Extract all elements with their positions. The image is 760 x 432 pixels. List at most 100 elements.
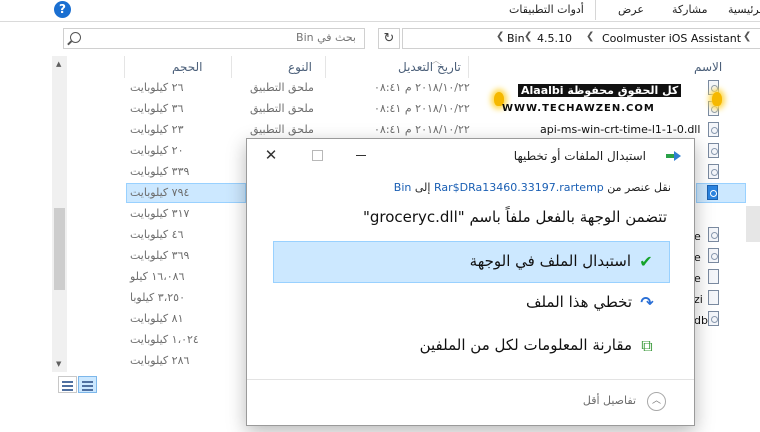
file-type: ملحق التطبيق (250, 123, 314, 136)
scroll-thumb[interactable] (54, 208, 65, 290)
chevron-left-icon: ❮ (496, 31, 505, 42)
fewer-details-button[interactable]: تفاصيل أقل (583, 394, 636, 407)
table-row[interactable]: ٣،٢٥٠ كيلوبا (126, 288, 246, 308)
replace-option-label: استبدال الملف في الوجهة (469, 252, 631, 270)
file-size: ١،٠٢٤ كيلوبايت (130, 333, 199, 346)
file-type: ملحق التطبيق (250, 81, 314, 94)
refresh-icon[interactable]: ↻ (378, 28, 400, 49)
dll-file-icon (708, 164, 719, 179)
column-type[interactable]: النوع (288, 60, 312, 74)
watermark-url: WWW.TECHAWZEN.COM (502, 103, 655, 114)
table-row[interactable]: ٣١٧ كيلوبايت (126, 204, 246, 224)
compare-option[interactable]: ⧉ مقارنة المعلومات لكل من الملفين (273, 326, 670, 368)
breadcrumb-version[interactable]: 4.5.10 (537, 32, 572, 45)
table-row[interactable]: ٢٣ كيلوبايت ملحق التطبيق ٢٠١٨/١٠/٢٢ م ٠٨… (126, 120, 746, 140)
search-input[interactable] (86, 31, 356, 44)
right-scrollbar[interactable] (746, 206, 760, 242)
details-view-button[interactable] (58, 376, 77, 393)
skip-icon: ↷ (640, 293, 654, 312)
file-size: ٢٠ كيلوبايت (130, 144, 184, 157)
dest-link[interactable]: Bin (394, 181, 412, 194)
file-size: ٧٩٤ كيلوبايت (130, 186, 190, 199)
table-row[interactable]: ٣٦٩ كيلوبايت (126, 246, 246, 266)
file-size: ٤٦ كيلوبايت (130, 228, 184, 241)
column-size[interactable]: الحجم (172, 60, 202, 74)
table-row[interactable]: ٢٠ كيلوبايت (126, 141, 246, 161)
watermark: كل الحقوق محفوظة Alaalbi WWW.TECHAWZEN.C… (494, 84, 722, 122)
table-row[interactable]: ٢٨٦ كيلوبايت (126, 351, 246, 371)
tab-app-tools[interactable]: أدوات التطبيقات (509, 3, 584, 16)
breadcrumb-bin[interactable]: Bin (507, 32, 525, 45)
to-word: إلى (414, 181, 431, 194)
dialog-footer: ︿ تفاصيل أقل (247, 379, 694, 425)
breadcrumb[interactable]: ❮ Coolmuster iOS Assistant ❮ 4.5.10 ❮ Bi… (402, 28, 760, 49)
file-size: ١٦،٠٨٦ كيلو (130, 270, 185, 283)
chevron-up-icon[interactable]: ︿ (647, 392, 666, 411)
dll-file-icon (708, 122, 719, 137)
close-icon[interactable]: ✕ (249, 143, 293, 167)
ribbon-tabs: ? أدوات التطبيقات عرض مشاركة الرئيسية (0, 0, 760, 22)
dll-file-icon (708, 227, 719, 242)
tab-home[interactable]: الرئيسية (728, 3, 760, 16)
checkmark-icon: ✔ (639, 252, 653, 271)
ribbon-separator (595, 0, 596, 20)
compare-option-label: مقارنة المعلومات لكل من الملفين (419, 336, 632, 354)
file-name: db (694, 314, 708, 327)
minimize-icon[interactable] (339, 143, 383, 167)
table-row[interactable]: ١٦،٠٨٦ كيلو (126, 267, 246, 287)
source-link[interactable]: Rar$DRa13460.33197.rartemp (434, 181, 604, 194)
dll-file-icon (708, 143, 719, 158)
file-name: zi (694, 293, 703, 306)
maximize-icon[interactable] (295, 143, 339, 167)
file-size: ٣٣٩ كيلوبايت (130, 165, 190, 178)
skip-option-label: تخطي هذا الملف (525, 293, 632, 311)
table-row[interactable]: ٣٣٩ كيلوبايت (126, 162, 246, 182)
move-files-icon (666, 150, 682, 162)
scroll-down-icon[interactable]: ▼ (56, 360, 61, 368)
column-divider (124, 56, 125, 78)
file-type: ملحق التطبيق (250, 102, 314, 115)
conflict-message: تتضمن الوجهة بالفعل ملفاً باسم "groceryc… (362, 208, 667, 226)
watermark-rights: كل الحقوق محفوظة Alaalbi (518, 84, 682, 97)
file-size: ٢٦ كيلوبايت (130, 81, 184, 94)
file-icon (708, 290, 719, 305)
tab-view[interactable]: عرض (618, 3, 644, 16)
chevron-left-icon: ❮ (743, 31, 752, 42)
skip-option[interactable]: ↷ تخطي هذا الملف (273, 283, 670, 325)
chevron-left-icon: ❮ (524, 31, 533, 42)
large-icons-view-button[interactable] (78, 376, 97, 393)
file-name: api-ms-win-crt-time-l1-1-0.dll (540, 123, 701, 136)
tab-share[interactable]: مشاركة (672, 3, 708, 16)
column-name[interactable]: الاسم (694, 60, 722, 74)
table-row-selected[interactable]: ٧٩٤ كيلوبايت (126, 183, 246, 203)
file-date: ٢٠١٨/١٠/٢٢ م ٠٨:٤١ (374, 81, 470, 94)
file-date: ٢٠١٨/١٠/٢٢ م ٠٨:٤١ (374, 123, 470, 136)
file-size: ٢٨٦ كيلوبايت (130, 354, 190, 367)
column-divider (468, 56, 469, 78)
vertical-scrollbar[interactable]: ▲ ▼ (52, 56, 67, 372)
file-icon (708, 269, 719, 284)
breadcrumb-coolmuster[interactable]: Coolmuster iOS Assistant (602, 32, 741, 45)
file-size: ٣٦٩ كيلوبايت (130, 249, 190, 262)
column-divider (231, 56, 232, 78)
file-name: e (694, 230, 701, 243)
help-icon[interactable]: ? (54, 1, 71, 18)
table-row[interactable]: ٤٦ كيلوبايت (126, 225, 246, 245)
table-row[interactable]: ٨١ كيلوبايت (126, 309, 246, 329)
file-name: e (694, 272, 701, 285)
dll-file-icon (708, 311, 719, 326)
search-box[interactable] (63, 28, 365, 49)
column-date[interactable]: تاريخ التعديل (398, 60, 461, 74)
file-name: e (694, 251, 701, 264)
replace-or-skip-dialog: ✕ استبدال الملفات أو تخطيها نقل عنصر من … (246, 138, 695, 426)
search-icon[interactable] (70, 32, 81, 43)
copy-source-line: نقل عنصر من Rar$DRa13460.33197.rartemp إ… (394, 181, 671, 194)
file-size: ٢٣ كيلوبايت (130, 123, 184, 136)
replace-option[interactable]: ✔ استبدال الملف في الوجهة (273, 241, 670, 283)
file-date: ٢٠١٨/١٠/٢٢ م ٠٨:٤١ (374, 102, 470, 115)
scroll-up-icon[interactable]: ▲ (56, 60, 61, 68)
table-row[interactable]: ١،٠٢٤ كيلوبايت (126, 330, 246, 350)
chevron-left-icon: ❮ (586, 31, 595, 42)
file-size: ٣٦ كيلوبايت (130, 102, 184, 115)
table-row-selected[interactable] (696, 183, 746, 203)
